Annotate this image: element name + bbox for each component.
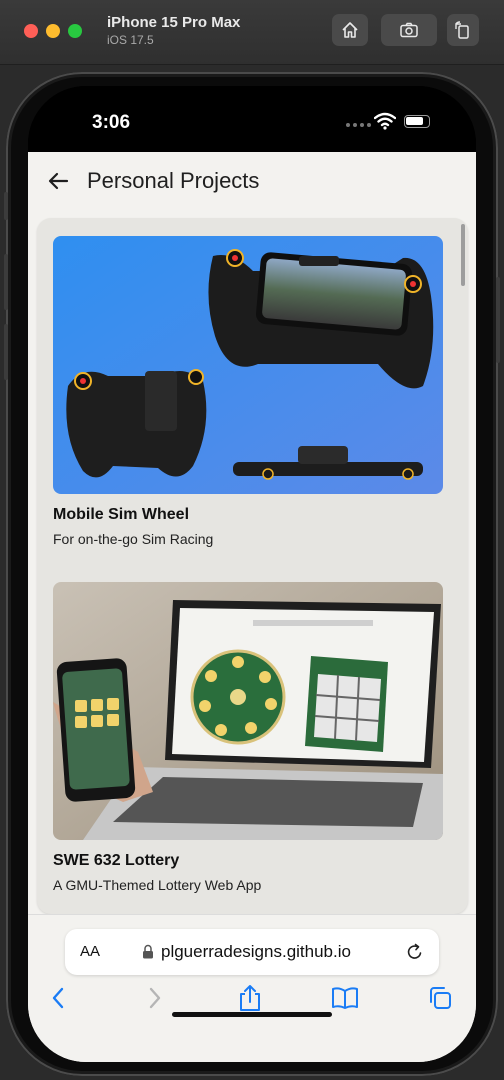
address-bar[interactable]: AA plguerradesigns.github.io [65,929,439,975]
project-card[interactable]: Mobile Sim Wheel For on-the-go Sim Racin… [53,236,443,547]
zoom-window-button[interactable] [68,24,82,38]
battery-icon [404,115,430,128]
share-button[interactable] [235,983,265,1013]
safari-bottom-bar: AA plguerradesigns.github.io [28,914,476,1062]
url-text: plguerradesigns.github.io [161,942,351,961]
action-button [4,192,8,220]
home-button[interactable] [332,14,368,46]
cellular-icon [346,123,371,127]
reader-aa-button[interactable]: AA [80,943,100,960]
rotate-icon [455,21,469,39]
lock-icon [143,944,153,959]
device-name: iPhone 15 Pro Max [107,14,241,31]
back-arrow-icon[interactable] [46,168,72,194]
project-description: A GMU-Themed Lottery Web App [53,877,262,893]
side-button [496,277,500,363]
app-content: Personal Projects Mobile Sim Wheel For o… [28,152,476,1062]
project-image [53,236,443,494]
forward-icon [149,987,161,1009]
home-icon [342,22,358,38]
home-indicator[interactable] [172,1012,332,1017]
project-image [53,582,443,840]
os-version: iOS 17.5 [107,33,154,47]
tabs-icon [430,987,451,1009]
status-bar: 3:06 [28,86,476,152]
close-window-button[interactable] [24,24,38,38]
project-description: For on-the-go Sim Racing [53,531,214,547]
project-card[interactable]: SWE 632 Lottery A GMU-Themed Lottery Web… [53,582,443,893]
scrollbar[interactable] [461,224,465,286]
phone-screen: 3:06 Personal Projects Mobile Sim Wheel … [28,86,476,1062]
screenshot-button[interactable] [381,14,437,46]
rotate-button[interactable] [447,14,479,46]
tabs-button[interactable] [425,983,455,1013]
back-icon [52,987,64,1009]
app-header: Personal Projects [28,152,476,212]
bookmarks-icon [332,987,358,1009]
page-title: Personal Projects [87,168,260,193]
volume-down-button [4,324,8,380]
reload-icon[interactable] [405,942,425,962]
status-time: 3:06 [92,112,131,133]
project-title: Mobile Sim Wheel [53,506,190,523]
simulator-title-bar: iPhone 15 Pro Max iOS 17.5 [0,0,504,65]
share-icon [240,985,260,1011]
screenshot-camera-icon [400,22,418,38]
back-button[interactable] [43,983,73,1013]
project-title: SWE 632 Lottery [53,852,180,869]
projects-list[interactable]: Mobile Sim Wheel For on-the-go Sim Racin… [37,218,468,914]
volume-up-button [4,254,8,310]
minimize-window-button[interactable] [46,24,60,38]
bookmarks-button[interactable] [330,983,360,1013]
forward-button[interactable] [140,983,170,1013]
wifi-icon [374,112,396,130]
